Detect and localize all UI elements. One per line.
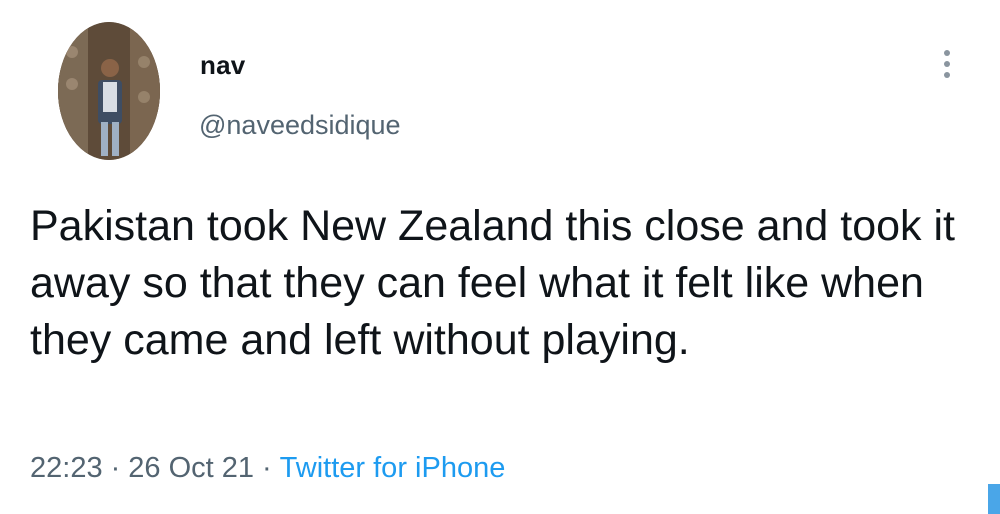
tweet-time[interactable]: 22:23 [30,452,103,484]
tweet-source-link[interactable]: Twitter for iPhone [280,452,506,484]
tweet-text: Pakistan took New Zealand this close and… [30,202,956,364]
tweet-meta: 22:23 · 26 Oct 21 · Twitter for iPhone [30,452,505,485]
meta-separator: · [262,452,272,484]
avatar-photo [58,22,160,160]
display-name[interactable]: nav [200,50,245,81]
more-vertical-icon-dot [944,61,950,67]
avatar[interactable] [58,22,160,160]
more-vertical-icon [944,50,950,56]
more-vertical-icon-dot [944,72,950,78]
meta-separator: · [110,452,121,484]
more-options-button[interactable] [934,44,960,84]
edge-fragment [988,484,1000,514]
user-handle[interactable]: @naveedsidique [199,110,401,141]
tweet-date[interactable]: 26 Oct 21 [128,452,254,484]
tweet-card: nav @naveedsidique Pakistan took New Zea… [0,0,1000,514]
